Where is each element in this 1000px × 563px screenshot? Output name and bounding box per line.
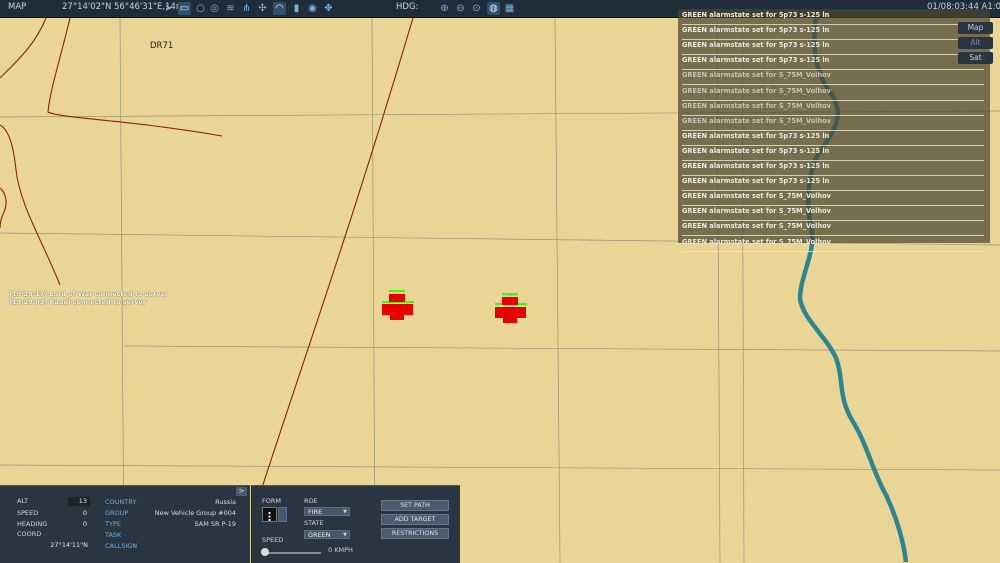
zoom-in-icon[interactable]: ⊕ — [438, 2, 451, 15]
heading-label: HDG: — [396, 2, 419, 12]
message-row: GREEN alarmstate set for 5p73 s-125 ln — [682, 146, 984, 161]
unit-icon — [390, 314, 404, 320]
country-value: Russia — [215, 498, 236, 506]
chevron-down-icon: ▼ — [343, 532, 347, 538]
zoom-out-icon[interactable]: ⊖ — [454, 2, 467, 15]
grid-square-label: DR71 — [150, 41, 174, 51]
recon-icon[interactable]: ≋ — [224, 2, 237, 15]
speed-slider-handle[interactable] — [261, 548, 269, 556]
message-row: GREEN alarmstate set for S_75M_Volhov — [682, 70, 984, 86]
restrictions-button[interactable]: RESTRICTIONS — [381, 528, 449, 539]
sat-view-button[interactable]: Sat — [958, 52, 993, 64]
speed-control-value: 0 KMPH — [328, 546, 353, 554]
group-key: GROUP — [105, 509, 129, 517]
unit-health-bar — [389, 290, 405, 292]
heading-label: HEADING — [17, 520, 48, 528]
unit-health-bar — [502, 293, 518, 295]
map-view-button[interactable]: Map — [958, 22, 993, 34]
state-select[interactable]: GREEN ▼ — [304, 530, 350, 539]
message-row: GREEN alarmstate set for S_75M_Volhov — [682, 221, 984, 237]
state-value: GREEN — [308, 531, 331, 539]
message-row: GREEN alarmstate set for S_75M_Volhov — [682, 237, 984, 252]
speed-slider-track[interactable] — [263, 552, 321, 554]
chat-line: [19:28:17] Lord of War connected to serv… — [9, 290, 169, 298]
message-row: GREEN alarmstate set for 5p73 s-125 ln — [682, 55, 984, 71]
fuel-icon[interactable]: ▭ — [178, 2, 191, 15]
message-row: GREEN alarmstate set for S_75M_Volhov — [682, 101, 984, 116]
send-icon[interactable]: ➤ — [162, 2, 175, 15]
message-row: GREEN alarmstate set for 5p73 s-125 ln — [682, 40, 984, 56]
type-value: SAM SR P-19 — [194, 520, 236, 528]
move-icon[interactable]: ✥ — [322, 2, 335, 15]
type-key: TYPE — [105, 520, 121, 528]
target-icon[interactable]: ✣ — [256, 2, 269, 15]
roe-label: ROE — [304, 497, 318, 505]
speed-label: SPEED — [17, 509, 39, 517]
formation-dropdown-button[interactable] — [278, 507, 287, 522]
globe-icon[interactable]: ◍ — [487, 2, 500, 15]
unit-icon — [503, 317, 517, 323]
message-row: GREEN alarmstate set for 5p73 s-125 ln — [682, 176, 984, 192]
pin-icon[interactable]: ▮ — [290, 2, 303, 15]
message-row: GREEN alarmstate set for S_75M_Volhov — [682, 116, 984, 131]
country-key: COUNTRY — [105, 498, 137, 506]
chat-line: [19:29:03] Raudi connected to server — [9, 298, 147, 306]
heading-value: 0 — [82, 520, 87, 528]
wifi-icon[interactable]: ◠ — [273, 2, 286, 15]
coord-value: 27°14'11"N — [50, 541, 88, 549]
radar-icon[interactable]: ◉ — [306, 2, 319, 15]
speed-value: 0 — [82, 509, 87, 517]
message-row: GREEN alarmstate set for 5p73 s-125 ln — [682, 161, 984, 176]
message-row: GREEN alarmstate set for 5p73 s-125 ln — [682, 25, 984, 41]
unit-icon — [495, 307, 526, 318]
alt-value: 13 — [78, 497, 87, 505]
set-path-button[interactable]: SET PATH — [381, 500, 449, 511]
speed-control-label: SPEED — [262, 536, 284, 544]
message-row: GREEN alarmstate set for 5p73 s-125 ln — [682, 10, 984, 25]
formation-icon — [268, 511, 271, 522]
chevron-down-icon: ▼ — [343, 509, 347, 515]
circle-icon[interactable]: ○ — [194, 2, 207, 15]
map-title: MAP — [8, 2, 27, 12]
group-value: New Vehicle Group #004 — [154, 509, 236, 517]
zoom-fit-icon[interactable]: ⊙ — [470, 2, 483, 15]
alt-label: ALT — [17, 497, 29, 505]
layers-icon[interactable]: ◎ — [208, 2, 221, 15]
coord-label: COORD — [17, 530, 42, 538]
unit-icon — [502, 297, 518, 305]
add-target-button[interactable]: ADD TARGET — [381, 514, 449, 525]
collapse-button[interactable]: > — [236, 487, 247, 496]
state-label: STATE — [304, 519, 324, 527]
unit-icon — [389, 294, 405, 302]
formation-selector[interactable] — [262, 507, 277, 522]
alt-view-button[interactable]: Alt — [958, 37, 993, 49]
task-key: TASK — [105, 531, 122, 539]
roe-value: FIRE — [308, 508, 323, 516]
callsign-key: CALLSIGN — [105, 542, 138, 550]
message-row: GREEN alarmstate set for 5p73 s-125 ln — [682, 131, 984, 146]
message-row: GREEN alarmstate set for S_75M_Volhov — [682, 86, 984, 101]
message-row: GREEN alarmstate set for S_75M_Volhov — [682, 191, 984, 207]
roe-select[interactable]: FIRE ▼ — [304, 507, 350, 516]
unit-icon — [382, 304, 413, 315]
form-label: FORM — [262, 497, 281, 505]
message-row: GREEN alarmstate set for S_75M_Volhov — [682, 206, 984, 222]
network-icon[interactable]: ⋔ — [240, 2, 253, 15]
grid-icon[interactable]: ▦ — [503, 2, 516, 15]
